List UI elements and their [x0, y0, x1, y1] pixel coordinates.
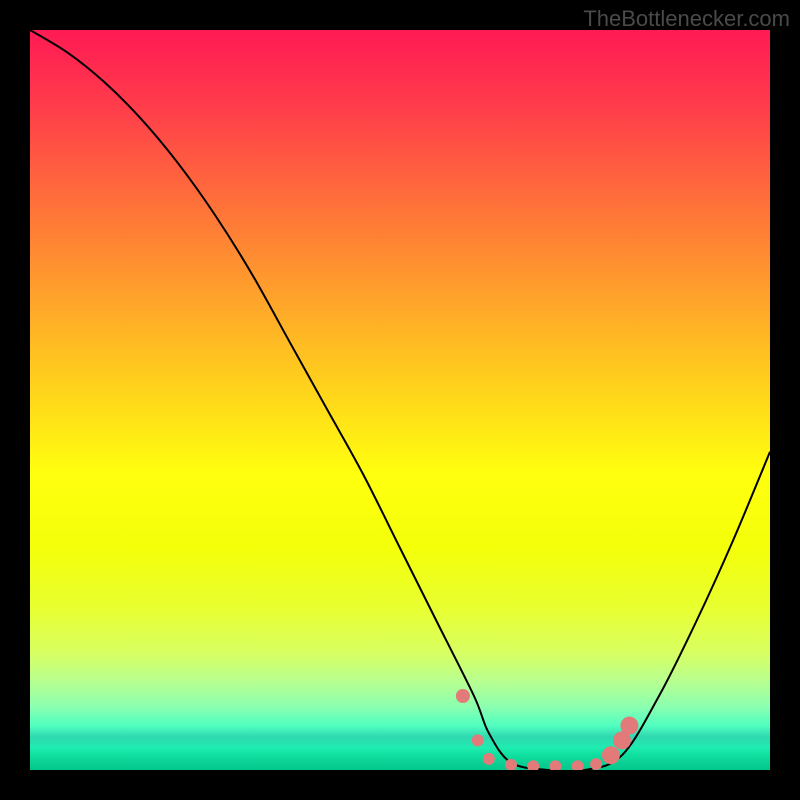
curve-markers [456, 689, 639, 770]
marker-dot [527, 760, 539, 770]
marker-dot [549, 760, 561, 770]
marker-dot [602, 746, 620, 764]
watermark-text: TheBottlenecker.com [583, 6, 790, 32]
marker-dot [456, 689, 470, 703]
bottleneck-curve [30, 30, 770, 770]
marker-dot [472, 734, 484, 746]
plot-area [30, 30, 770, 770]
marker-dot [620, 717, 638, 735]
marker-dot [483, 753, 495, 765]
marker-dot [590, 758, 602, 770]
marker-dot [572, 760, 584, 770]
chart-svg [30, 30, 770, 770]
